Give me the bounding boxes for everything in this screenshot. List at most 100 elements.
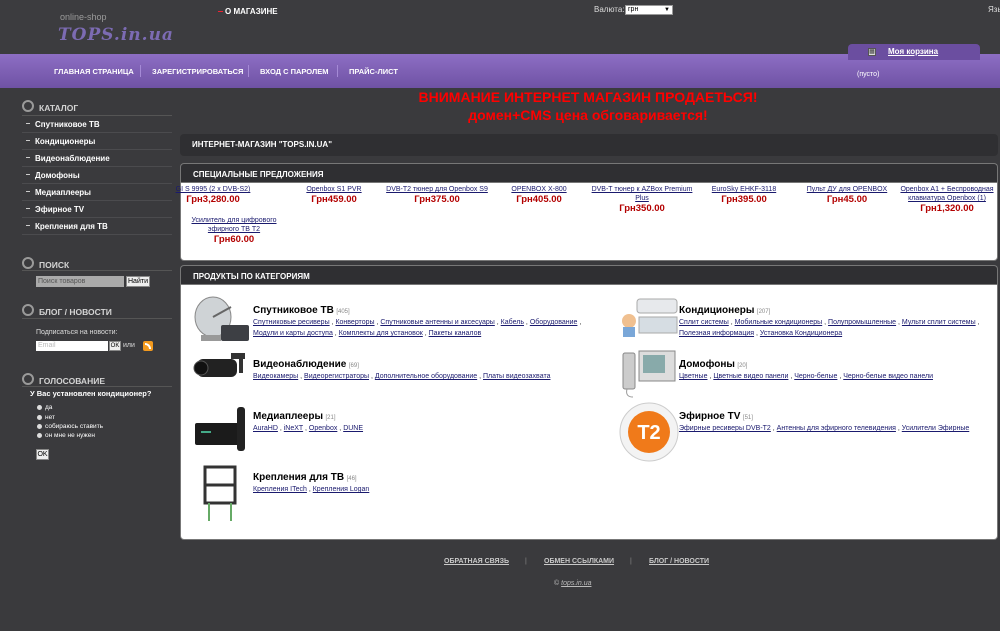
special-item[interactable]: Пульт ДУ для OPENBOX Грн45.00 (792, 185, 902, 206)
subcategory-link[interactable]: Крепления Logan (313, 486, 370, 493)
subcategory-link[interactable]: Оборудование (530, 319, 578, 326)
special-item[interactable]: Openbox A1 + Беспроводная клавиатура Ope… (894, 185, 1000, 215)
subcategory-link[interactable]: iNeXT (284, 425, 303, 432)
special-item[interactable]: EuroSky EHKF-3118 Грн395.00 (689, 185, 799, 206)
air-conditioner-icon[interactable] (619, 295, 679, 337)
intercom-icon[interactable] (619, 349, 679, 401)
subcategory-link[interactable]: Мобильные кондиционеры (735, 319, 823, 326)
poll-submit-button[interactable]: OK (36, 449, 49, 460)
cart-link[interactable]: Моя корзина (888, 47, 938, 56)
category-title[interactable]: Кондиционеры (679, 305, 754, 316)
logo[interactable]: TOPS.in.ua (58, 25, 174, 45)
sidebar-item-conditioners[interactable]: Кондиционеры (22, 133, 172, 150)
subcategory-link[interactable]: Комплекты для установок (339, 330, 423, 337)
special-item[interactable]: GI S 9995 (2 x DVB-S2) Грн3,280.00 (158, 185, 268, 206)
sidebar-item-satellite[interactable]: Спутниковое ТВ (22, 116, 172, 133)
about-link[interactable]: О МАГАЗИНЕ (218, 7, 278, 16)
category-title[interactable]: Спутниковое ТВ (253, 305, 334, 316)
subcategory-link[interactable]: Полупромышленные (828, 319, 896, 326)
subcategory-link[interactable]: Черно-белые (794, 373, 837, 380)
product-price: Грн3,280.00 (186, 194, 240, 205)
subcategory-link[interactable]: Видеокамеры (253, 373, 298, 380)
product-name[interactable]: Пульт ДУ для OPENBOX (792, 185, 902, 194)
subcategory-link[interactable]: Мульти сплит системы (902, 319, 976, 326)
product-name[interactable]: DVB-T тюнер к AZBox Premium Plus (587, 185, 697, 203)
subcategory-link[interactable]: Установка Кондиционера (760, 330, 842, 337)
sidebar-item-intercoms[interactable]: Домофоны (22, 167, 172, 184)
subcategory-link[interactable]: Модули и карты доступа (253, 330, 333, 337)
poll-option-not-needed[interactable]: он мне не нужен (37, 432, 95, 439)
category-block-tv-mounts: Крепления для ТВ [46] Крепления ITech , … (253, 472, 370, 493)
subcategory-link[interactable]: Цветные видео панели (713, 373, 788, 380)
media-player-icon[interactable] (191, 401, 251, 457)
security-camera-icon[interactable] (191, 349, 251, 389)
special-item[interactable]: DVB-T2 тюнер для Openbox S9 Грн375.00 (384, 185, 490, 206)
nav-pricelist[interactable]: ПРАЙС-ЛИСТ (349, 67, 398, 76)
subcategory-link[interactable]: Антенны для эфирного телевидения (777, 425, 896, 432)
subcategory-link[interactable]: Платы видеозахвата (483, 373, 550, 380)
poll-option-yes[interactable]: да (37, 404, 52, 411)
category-block-conditioners: Кондиционеры [207] Сплит системы , Мобил… (679, 305, 980, 337)
product-price: Грн1,320.00 (920, 203, 974, 214)
tv-mount-icon[interactable] (195, 463, 245, 525)
product-name[interactable]: GI S 9995 (2 x DVB-S2) (158, 185, 268, 194)
email-field[interactable]: Email (36, 341, 108, 351)
category-count: [207] (756, 309, 771, 315)
divider (22, 386, 172, 387)
nav-register[interactable]: ЗАРЕГИСТРИРОВАТЬСЯ (152, 67, 243, 76)
subcategory-link[interactable]: DUNE (343, 425, 363, 432)
product-name[interactable]: OPENBOX X-800 (484, 185, 594, 194)
search-input[interactable]: Поиск товаров (36, 276, 124, 287)
poll-option-no[interactable]: нет (37, 414, 55, 421)
footer-feedback-link[interactable]: ОБРАТНАЯ СВЯЗЬ (444, 558, 509, 565)
nav-home[interactable]: ГЛАВНАЯ СТРАНИЦА (54, 67, 134, 76)
satellite-dish-icon[interactable] (191, 295, 251, 345)
t2-logo-icon[interactable]: T2 (618, 401, 680, 463)
subcategory-link[interactable]: Кабель (501, 319, 524, 326)
subcategory-link[interactable]: Крепления ITech (253, 486, 307, 493)
divider (22, 270, 172, 271)
footer-link-exchange[interactable]: ОБМЕН ССЫЛКАМИ (544, 558, 614, 565)
category-title[interactable]: Видеонаблюдение (253, 359, 346, 370)
category-title[interactable]: Эфирное TV (679, 411, 740, 422)
language-label[interactable]: Язы (988, 5, 1000, 14)
subcategory-link[interactable]: Эфирные ресиверы DVB-T2 (679, 425, 771, 432)
subcategory-link[interactable]: Цветные (679, 373, 707, 380)
subcategory-link[interactable]: Openbox (309, 425, 337, 432)
rss-icon[interactable] (143, 341, 153, 351)
special-item[interactable]: Усилитель для цифрового эфирного ТВ Т2 Гр… (181, 216, 287, 246)
subcategory-link[interactable]: Полезная информация (679, 330, 754, 337)
sidebar-item-tv-mounts[interactable]: Крепления для ТВ (22, 218, 172, 235)
subcategory-link[interactable]: Сплит системы (679, 319, 729, 326)
currency-select[interactable]: грн (625, 5, 673, 15)
special-item[interactable]: OPENBOX X-800 Грн405.00 (484, 185, 594, 206)
product-name[interactable]: EuroSky EHKF-3118 (689, 185, 799, 194)
product-name[interactable]: DVB-T2 тюнер для Openbox S9 (384, 185, 490, 194)
nav-login[interactable]: ВХОД С ПАРОЛЕМ (260, 67, 328, 76)
special-item[interactable]: DVB-T тюнер к AZBox Premium Plus Грн350.0… (587, 185, 697, 215)
subcategory-link[interactable]: Спутниковые антенны и аксесуары (380, 319, 494, 326)
sidebar-item-mediaplayers[interactable]: Медиаплееры (22, 184, 172, 201)
category-title[interactable]: Крепления для ТВ (253, 472, 344, 483)
product-name[interactable]: Openbox A1 + Беспроводная клавиатура Ope… (894, 185, 1000, 203)
subscribe-button[interactable]: OK (109, 341, 121, 351)
subcategory-link[interactable]: AuraHD (253, 425, 278, 432)
product-name[interactable]: Усилитель для цифрового эфирного ТВ Т2 (181, 216, 287, 234)
product-name[interactable]: Openbox S1 PVR (279, 185, 389, 194)
sidebar-item-terrestrial-tv[interactable]: Эфирное TV (22, 201, 172, 218)
footer-blog-link[interactable]: БЛОГ / НОВОСТИ (649, 558, 709, 565)
category-title[interactable]: Медиаплееры (253, 411, 323, 422)
poll-option-planning[interactable]: собираюсь ставить (37, 423, 103, 430)
sidebar-item-video[interactable]: Видеонаблюдение (22, 150, 172, 167)
subcategory-link[interactable]: Пакеты каналов (429, 330, 482, 337)
subcategory-link[interactable]: Конверторы (335, 319, 374, 326)
special-item[interactable]: Openbox S1 PVR Грн459.00 (279, 185, 389, 206)
subcategory-link[interactable]: Видеорегистраторы (304, 373, 369, 380)
subcategory-link[interactable]: Спутниковые ресиверы (253, 319, 330, 326)
subcategory-link[interactable]: Черно-белые видео панели (843, 373, 933, 380)
subcategory-link[interactable]: Дополнительное оборудование (375, 373, 477, 380)
subcategory-link[interactable]: Усилители Эфирные (902, 425, 970, 432)
search-button[interactable]: Найти (126, 276, 150, 287)
category-title[interactable]: Домофоны (679, 359, 735, 370)
copyright-link[interactable]: tops.in.ua (561, 580, 591, 587)
